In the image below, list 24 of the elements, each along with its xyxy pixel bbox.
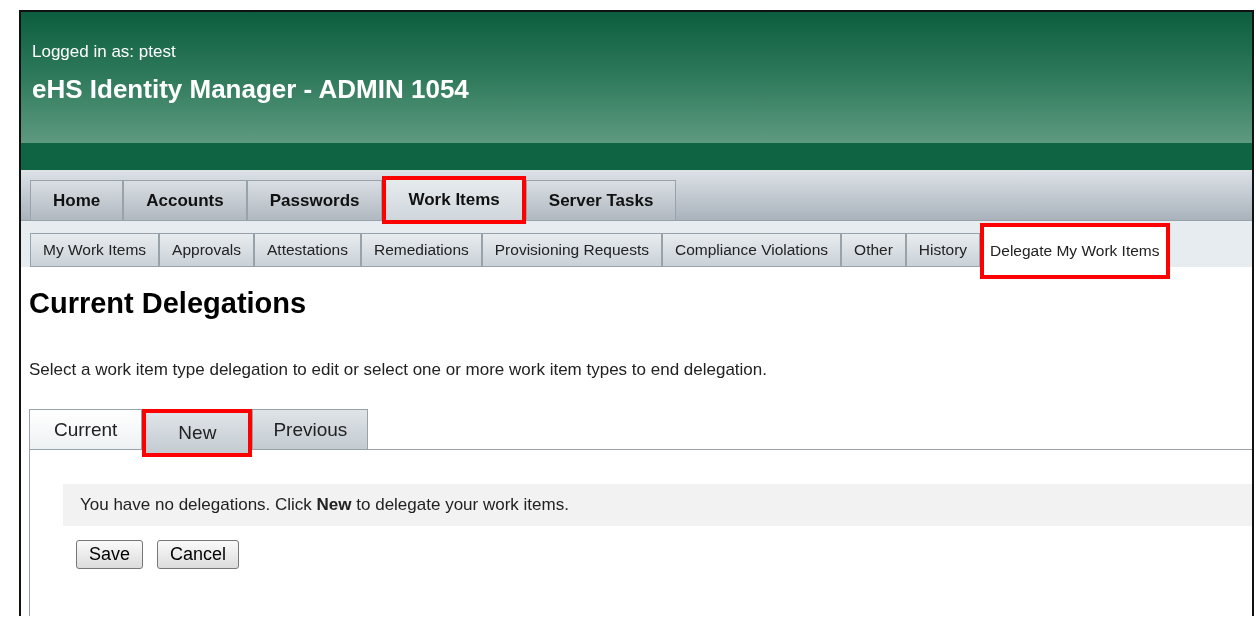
sub-tab[interactable]: Other [841,233,906,267]
sub-tab[interactable]: Provisioning Requests [481,233,662,267]
delegation-tab[interactable]: Previous [252,409,369,449]
app-title: eHS Identity Manager - ADMIN 1054 [32,74,469,105]
sub-tab[interactable]: Delegate My Work Items [980,223,1170,279]
sub-tab[interactable]: Approvals [159,233,254,267]
nav-tab[interactable]: Passwords [246,180,383,220]
sub-tab[interactable]: Remediations [361,233,482,267]
logged-in-label: Logged in as: ptest [32,42,176,62]
nav-tab[interactable]: Work Items [382,176,526,224]
sub-tab[interactable]: History [905,233,981,267]
save-button[interactable]: Save [76,540,144,569]
cancel-button[interactable]: Cancel [157,540,240,569]
instructions-text: Select a work item type delegation to edit or select one or more work item types to end delegation. [29,360,767,380]
sub-tab[interactable]: My Work Items [30,233,160,267]
sub-tab[interactable]: Attestations [254,233,361,267]
delegation-tab[interactable]: Current [29,409,143,449]
page-title: Current Delegations [29,287,307,320]
nav-tab[interactable]: Home [30,180,124,220]
nav-tab[interactable]: Accounts [123,180,247,220]
info-message: You have no delegations. Click New to delegate your work items. [63,484,1252,526]
delegation-tab[interactable]: New [142,409,253,457]
nav-tab[interactable]: Server Tasks [525,180,677,220]
sub-tab[interactable]: Compliance Violations [662,233,842,267]
